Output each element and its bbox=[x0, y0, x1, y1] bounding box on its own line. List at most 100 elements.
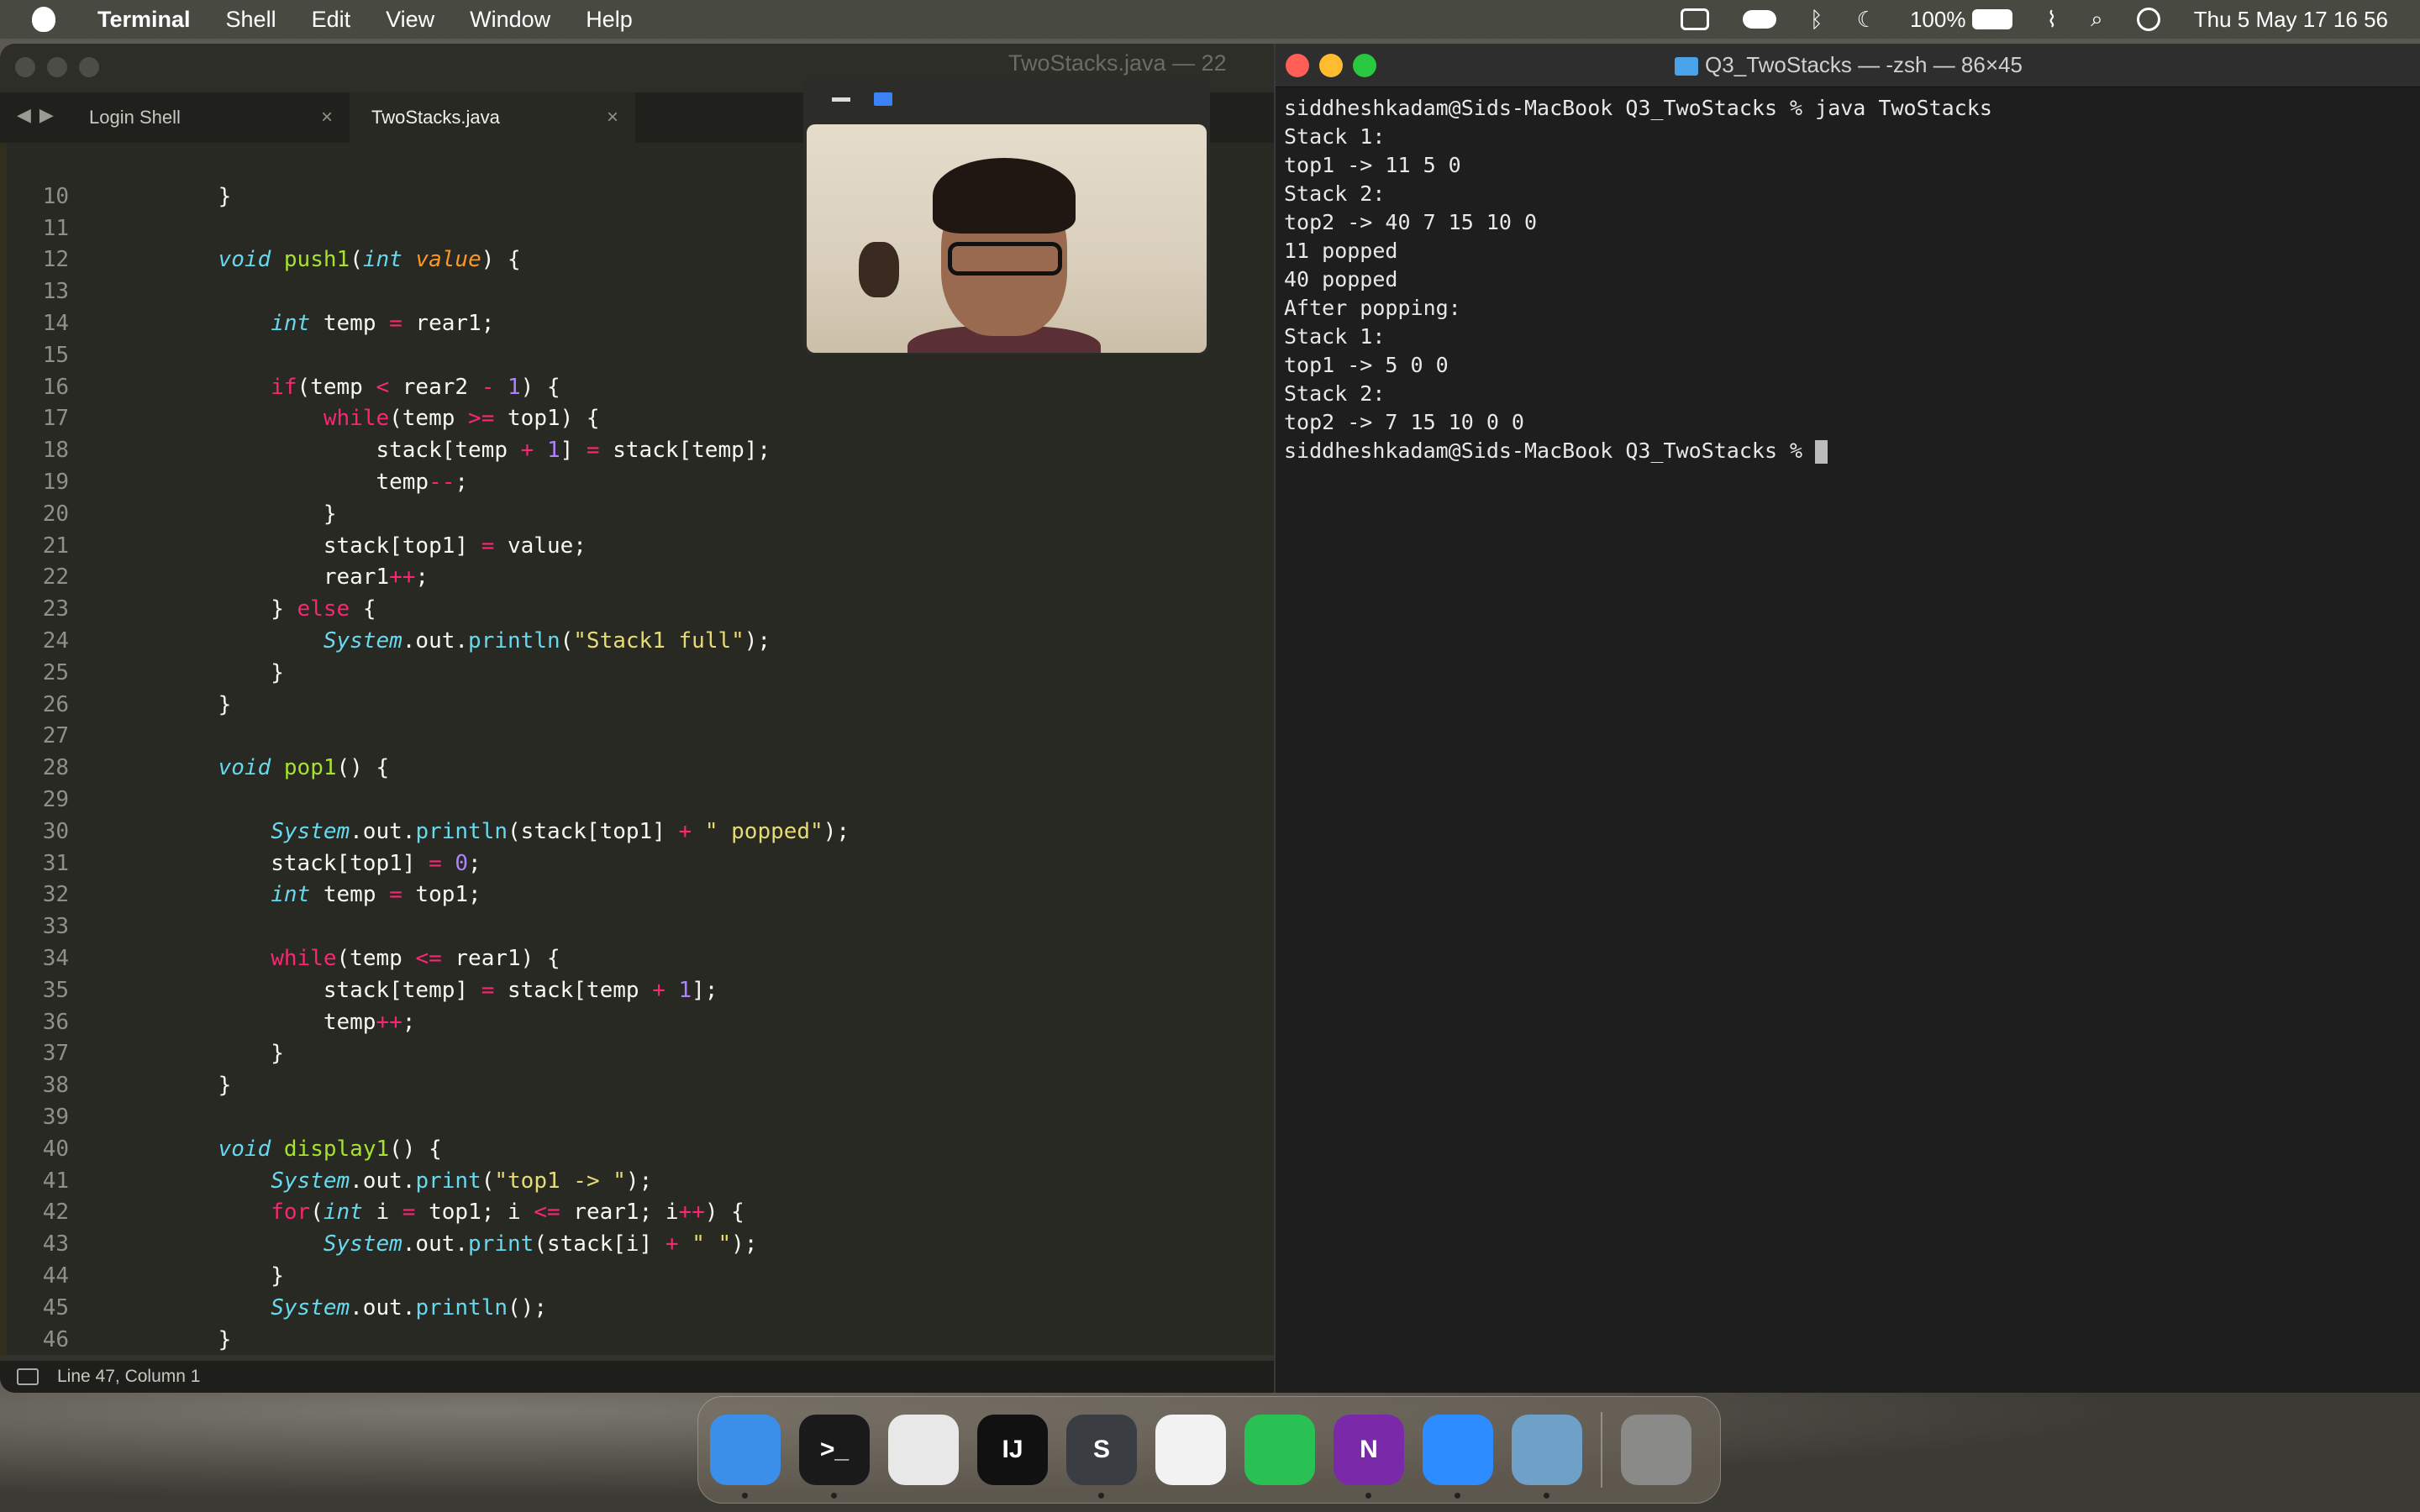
line-number: 36 bbox=[42, 1009, 69, 1035]
sublime-text-icon[interactable]: S bbox=[1066, 1415, 1137, 1499]
code-line[interactable]: 20 } bbox=[0, 498, 1274, 530]
code-line[interactable]: 38 } bbox=[0, 1069, 1274, 1101]
code-line[interactable]: 42 for(int i = top1; i <= rear1; i++) { bbox=[0, 1197, 1274, 1229]
editor-zoom-button[interactable] bbox=[79, 57, 99, 77]
editor-minimize-button[interactable] bbox=[47, 57, 67, 77]
line-number: 16 bbox=[42, 374, 69, 400]
code-text: } else { bbox=[166, 596, 376, 622]
wifi-off-icon[interactable]: ⌇ bbox=[2046, 7, 2057, 33]
code-line[interactable]: 29 bbox=[0, 784, 1274, 816]
sidebar-toggle-icon[interactable] bbox=[17, 1368, 39, 1385]
code-line[interactable]: 41 System.out.print("top1 -> "); bbox=[0, 1165, 1274, 1197]
finder-icon[interactable] bbox=[710, 1415, 781, 1499]
code-line[interactable]: 31 stack[top1] = 0; bbox=[0, 848, 1274, 879]
code-line[interactable]: 40 void display1() { bbox=[0, 1133, 1274, 1165]
tab-close-icon[interactable]: × bbox=[607, 106, 618, 129]
code-line[interactable]: 35 stack[temp] = stack[temp + 1]; bbox=[0, 974, 1274, 1006]
code-line[interactable]: 24 System.out.println("Stack1 full"); bbox=[0, 625, 1274, 657]
webcam-minimize-icon[interactable] bbox=[832, 97, 850, 102]
terminal-output[interactable]: siddheshkadam@Sids-MacBook Q3_TwoStacks … bbox=[1276, 87, 2420, 472]
webcam-expand-icon[interactable] bbox=[874, 92, 892, 106]
tab-twostacks-java[interactable]: TwoStacks.java × bbox=[350, 92, 635, 143]
menu-edit[interactable]: Edit bbox=[312, 7, 351, 33]
code-line[interactable]: 17 while(temp >= top1) { bbox=[0, 403, 1274, 435]
menu-help[interactable]: Help bbox=[586, 7, 633, 33]
vscode-icon[interactable] bbox=[1155, 1415, 1226, 1485]
code-text: void pop1() { bbox=[218, 755, 390, 781]
zoom-icon[interactable] bbox=[1423, 1415, 1493, 1499]
battery-status[interactable]: 100% bbox=[1910, 7, 2013, 33]
line-number: 15 bbox=[42, 342, 69, 368]
webcam-overlay[interactable] bbox=[803, 76, 1210, 354]
line-number: 30 bbox=[42, 818, 69, 844]
code-line[interactable]: 22 rear1++; bbox=[0, 562, 1274, 594]
terminal-cursor bbox=[1815, 440, 1828, 464]
terminal-icon[interactable]: >_ bbox=[799, 1415, 870, 1499]
line-number: 17 bbox=[42, 406, 69, 432]
terminal-line: After popping: bbox=[1284, 296, 1461, 320]
code-line[interactable]: 25 } bbox=[0, 657, 1274, 689]
tab-close-icon[interactable]: × bbox=[321, 106, 333, 129]
code-text: int temp = top1; bbox=[271, 882, 481, 908]
menu-view[interactable]: View bbox=[386, 7, 434, 33]
preview-icon[interactable] bbox=[1512, 1415, 1582, 1499]
menu-window[interactable]: Window bbox=[470, 7, 550, 33]
apple-menu-icon[interactable] bbox=[32, 7, 55, 32]
code-text: } bbox=[166, 1263, 284, 1289]
code-line[interactable]: 18 stack[temp + 1] = stack[temp]; bbox=[0, 434, 1274, 466]
code-editor[interactable]: 10 } 11 12 void push1(int value) {13 14 int… bbox=[0, 181, 1274, 1393]
code-line[interactable]: 19 temp--; bbox=[0, 466, 1274, 498]
code-line[interactable]: 27 bbox=[0, 721, 1274, 753]
code-text: while(temp <= rear1) { bbox=[271, 946, 560, 972]
tab-nav-arrows-icon[interactable]: ◀▶ bbox=[17, 104, 62, 126]
code-line[interactable]: 33 bbox=[0, 911, 1274, 942]
code-line[interactable]: 32 int temp = top1; bbox=[0, 879, 1274, 911]
line-number: 45 bbox=[42, 1294, 69, 1320]
whatsapp-icon[interactable] bbox=[1244, 1415, 1315, 1485]
code-line[interactable]: 36 temp++; bbox=[0, 1006, 1274, 1038]
glasses-shape bbox=[948, 242, 1062, 276]
editor-close-button[interactable] bbox=[15, 57, 35, 77]
control-center-icon[interactable] bbox=[2136, 8, 2160, 31]
line-number: 44 bbox=[42, 1263, 69, 1289]
chrome-icon[interactable] bbox=[888, 1415, 959, 1485]
running-indicator bbox=[1544, 1493, 1549, 1499]
running-indicator bbox=[831, 1493, 837, 1499]
clock[interactable]: Thu 5 May 17 16 56 bbox=[2194, 7, 2388, 33]
code-line[interactable]: 28 void pop1() { bbox=[0, 752, 1274, 784]
code-line[interactable]: 30 System.out.println(stack[top1] + " po… bbox=[0, 816, 1274, 848]
spotlight-search-icon[interactable]: ⌕ bbox=[2091, 6, 2103, 33]
code-line[interactable]: 16 if(temp < rear2 - 1) { bbox=[0, 371, 1274, 403]
code-line[interactable]: 37 } bbox=[0, 1038, 1274, 1070]
terminal-titlebar[interactable]: Q3_TwoStacks — -zsh — 86×45 bbox=[1276, 44, 2420, 87]
code-line[interactable]: 43 System.out.print(stack[i] + " "); bbox=[0, 1228, 1274, 1260]
code-text: stack[temp + 1] = stack[temp]; bbox=[166, 438, 771, 464]
code-line[interactable]: 44 } bbox=[0, 1260, 1274, 1292]
code-line[interactable]: 34 while(temp <= rear1) { bbox=[0, 942, 1274, 974]
intellij-icon[interactable]: IJ bbox=[977, 1415, 1048, 1485]
code-line[interactable]: 45 System.out.println(); bbox=[0, 1292, 1274, 1324]
line-number: 34 bbox=[42, 946, 69, 972]
code-line[interactable]: 46 } bbox=[0, 1324, 1274, 1356]
line-number: 33 bbox=[42, 914, 69, 940]
line-number: 24 bbox=[42, 628, 69, 654]
menu-shell[interactable]: Shell bbox=[226, 7, 276, 33]
menu-app-name[interactable]: Terminal bbox=[97, 7, 191, 33]
webcam-controls bbox=[803, 76, 1210, 123]
terminal-prompt-line[interactable]: siddheshkadam@Sids-MacBook Q3_TwoStacks … bbox=[1284, 437, 2412, 465]
cloud-icon[interactable] bbox=[1743, 10, 1777, 29]
screen-record-icon[interactable] bbox=[1681, 8, 1710, 30]
terminal-line: top1 -> 11 5 0 bbox=[1284, 153, 1461, 177]
onenote-icon[interactable]: N bbox=[1334, 1415, 1404, 1499]
code-line[interactable]: 21 stack[top1] = value; bbox=[0, 530, 1274, 562]
terminal-line: top2 -> 40 7 15 10 0 bbox=[1284, 210, 1538, 234]
code-line[interactable]: 39 bbox=[0, 1101, 1274, 1133]
trash-icon[interactable] bbox=[1621, 1415, 1691, 1485]
tab-login-shell[interactable]: Login Shell × bbox=[72, 92, 350, 143]
focus-moon-icon[interactable]: ☾ bbox=[1857, 7, 1876, 33]
line-number: 11 bbox=[42, 215, 69, 241]
code-line[interactable]: 26 } bbox=[0, 689, 1274, 721]
code-line[interactable]: 23 } else { bbox=[0, 593, 1274, 625]
code-text: stack[top1] = value; bbox=[166, 533, 587, 559]
bluetooth-icon[interactable]: ᛒ bbox=[1810, 7, 1823, 33]
